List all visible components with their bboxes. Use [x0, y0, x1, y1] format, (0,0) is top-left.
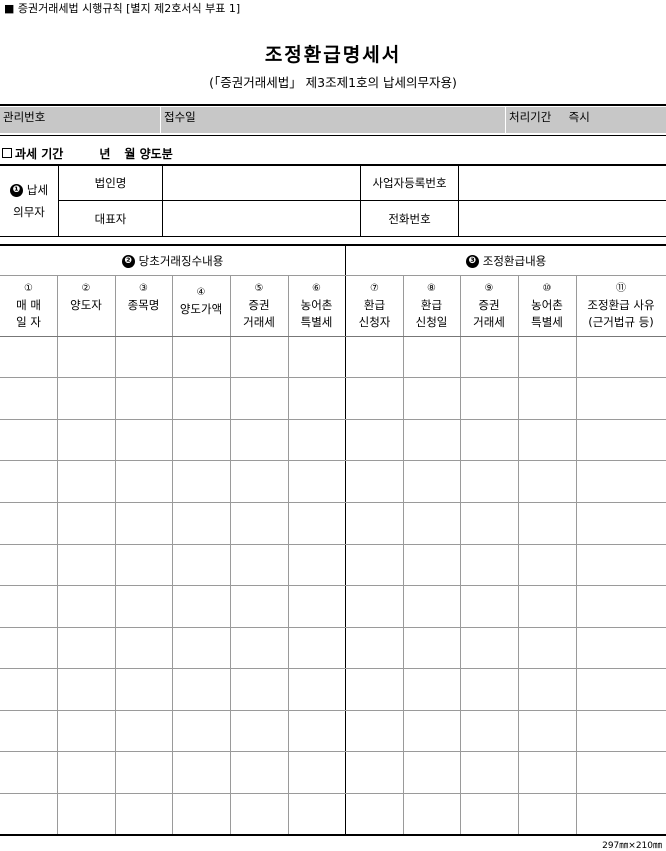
main-table-top-rule: [0, 244, 666, 246]
table-row-rule: [0, 627, 666, 628]
col-8-line2: 신청일: [415, 315, 448, 329]
col-10-line2: 특별세: [531, 315, 563, 329]
year-label: 년: [99, 147, 111, 161]
month-label: 월: [124, 147, 136, 161]
col-7-num: ⑦: [370, 283, 379, 294]
table-row-rule: [0, 377, 666, 378]
col-header-5: ⑤ 증권거래세: [230, 280, 288, 336]
section-header-rule: [0, 275, 666, 276]
phone-field[interactable]: [459, 201, 666, 236]
original-collection-label: 당초거래징수내용: [138, 254, 224, 268]
col-header-11: ⑪ 조정환급 사유 (근거법규 등): [576, 280, 666, 336]
col-10-line1: 농어촌: [531, 298, 563, 312]
table-row-rule: [0, 751, 666, 752]
table-row-rule: [0, 793, 666, 794]
col-3-line1: 종목명: [127, 298, 160, 312]
table-row-rule: [0, 460, 666, 461]
col-10-num: ⑩: [542, 283, 552, 294]
bottom-rule: [0, 834, 666, 836]
col-1-num: ①: [24, 283, 33, 294]
col-8-line1: 환급: [420, 298, 443, 312]
col-header-1: ① 매 매일 자: [0, 280, 57, 336]
form-subtitle: (「증권거래세법」 제3조제1호의 납세의무자용): [209, 75, 457, 90]
col-4-line1: 양도가액: [179, 302, 223, 316]
col-header-7: ⑦ 환급신청자: [346, 280, 403, 336]
table-row-rule: [0, 502, 666, 503]
header-bottom-rule: [0, 336, 666, 337]
table-row-rule: [0, 710, 666, 711]
col-header-2: ② 양도자: [57, 280, 115, 336]
checkbox-icon[interactable]: [2, 148, 12, 158]
section-1-number-icon: ❶: [9, 184, 23, 197]
tax-period-label: 과세 기간: [15, 147, 64, 161]
col-2-line1: 양도자: [70, 298, 102, 312]
col-header-6: ⑥ 농어촌특별세: [288, 280, 345, 336]
adjusted-refund-label: 조정환급내용: [482, 254, 547, 268]
taxpayer-label-line1: 납세: [26, 183, 49, 197]
col-5-line2: 거래세: [243, 315, 275, 329]
col-5-line1: 증권: [248, 298, 270, 312]
admin-row: 관리번호 접수일 처리기간 즉시: [0, 107, 666, 133]
transfer-suffix: 양도분: [139, 147, 173, 161]
form-title: 조정환급명세서: [264, 44, 402, 66]
corp-name-field[interactable]: [163, 166, 360, 200]
representative-label: 대표자: [94, 211, 127, 226]
admin-bottom-rule: [0, 135, 666, 136]
col-9-line1: 증권: [478, 298, 500, 312]
table-row-rule: [0, 544, 666, 545]
col-1-line2: 일 자: [16, 315, 41, 329]
adjusted-refund-header: ❸ 조정환급내용: [346, 248, 666, 274]
col-header-3: ③ 종목명: [115, 280, 172, 336]
col-11-line2: (근거법규 등): [588, 315, 654, 329]
mgmt-no-label: 관리번호: [3, 110, 46, 124]
taxpayer-bottom-rule: [0, 236, 666, 237]
col-2-num: ②: [81, 283, 91, 294]
processing-period-value: 즉시: [568, 110, 590, 124]
paper-size-note: 297㎜×210㎜: [602, 841, 662, 851]
processing-period-cell: 처리기간 즉시: [506, 107, 666, 133]
col-3-num: ③: [139, 283, 148, 294]
section-2-number-icon: ❷: [121, 254, 135, 268]
col-header-10: ⑩ 농어촌특별세: [518, 280, 576, 336]
biz-reg-no-field[interactable]: [459, 166, 666, 200]
col-6-line2: 특별세: [300, 315, 333, 329]
col-5-num: ⑤: [254, 283, 264, 294]
col-11-line1: 조정환급 사유: [587, 298, 655, 312]
col-6-num: ⑥: [312, 283, 321, 294]
biz-reg-no-label: 사업자등록번호: [372, 176, 447, 190]
form-reference-note: ■ 증권거래세법 시행규칙 [별지 제2호서식 부표 1]: [4, 2, 241, 15]
table-row-rule: [0, 668, 666, 669]
phone-label: 전화번호: [388, 211, 431, 226]
col-4-num: ④: [196, 287, 206, 298]
col-8-num: ⑧: [427, 283, 436, 294]
original-collection-header: ❷ 당초거래징수내용: [0, 248, 345, 274]
representative-field[interactable]: [163, 201, 360, 236]
col-7-line1: 환급: [363, 298, 386, 312]
col-header-9: ⑨ 증권거래세: [460, 280, 518, 336]
taxpayer-label-line2: 의무자: [13, 205, 45, 219]
table-row-rule: [0, 419, 666, 420]
col-1-line1: 매 매: [16, 298, 41, 312]
col-header-4: ④ 양도가액: [172, 284, 230, 340]
col-11-num: ⑪: [616, 283, 626, 294]
col-6-line1: 농어촌: [300, 298, 333, 312]
taxpayer-section-label: ❶ 납세 의무자: [0, 166, 58, 236]
col-9-line2: 거래세: [473, 315, 505, 329]
processing-period-label: 처리기간: [509, 110, 552, 124]
corp-name-label: 법인명: [94, 176, 127, 190]
table-row-rule: [0, 585, 666, 586]
col-7-line2: 신청자: [358, 315, 391, 329]
receipt-date-label: 접수일: [164, 110, 196, 124]
col-header-8: ⑧ 환급신청일: [403, 280, 460, 336]
top-rule: [0, 104, 666, 106]
section-3-number-icon: ❸: [465, 254, 479, 268]
col-9-num: ⑨: [484, 283, 494, 294]
tax-period-line: 과세 기간 년 월 양도분: [2, 145, 173, 162]
